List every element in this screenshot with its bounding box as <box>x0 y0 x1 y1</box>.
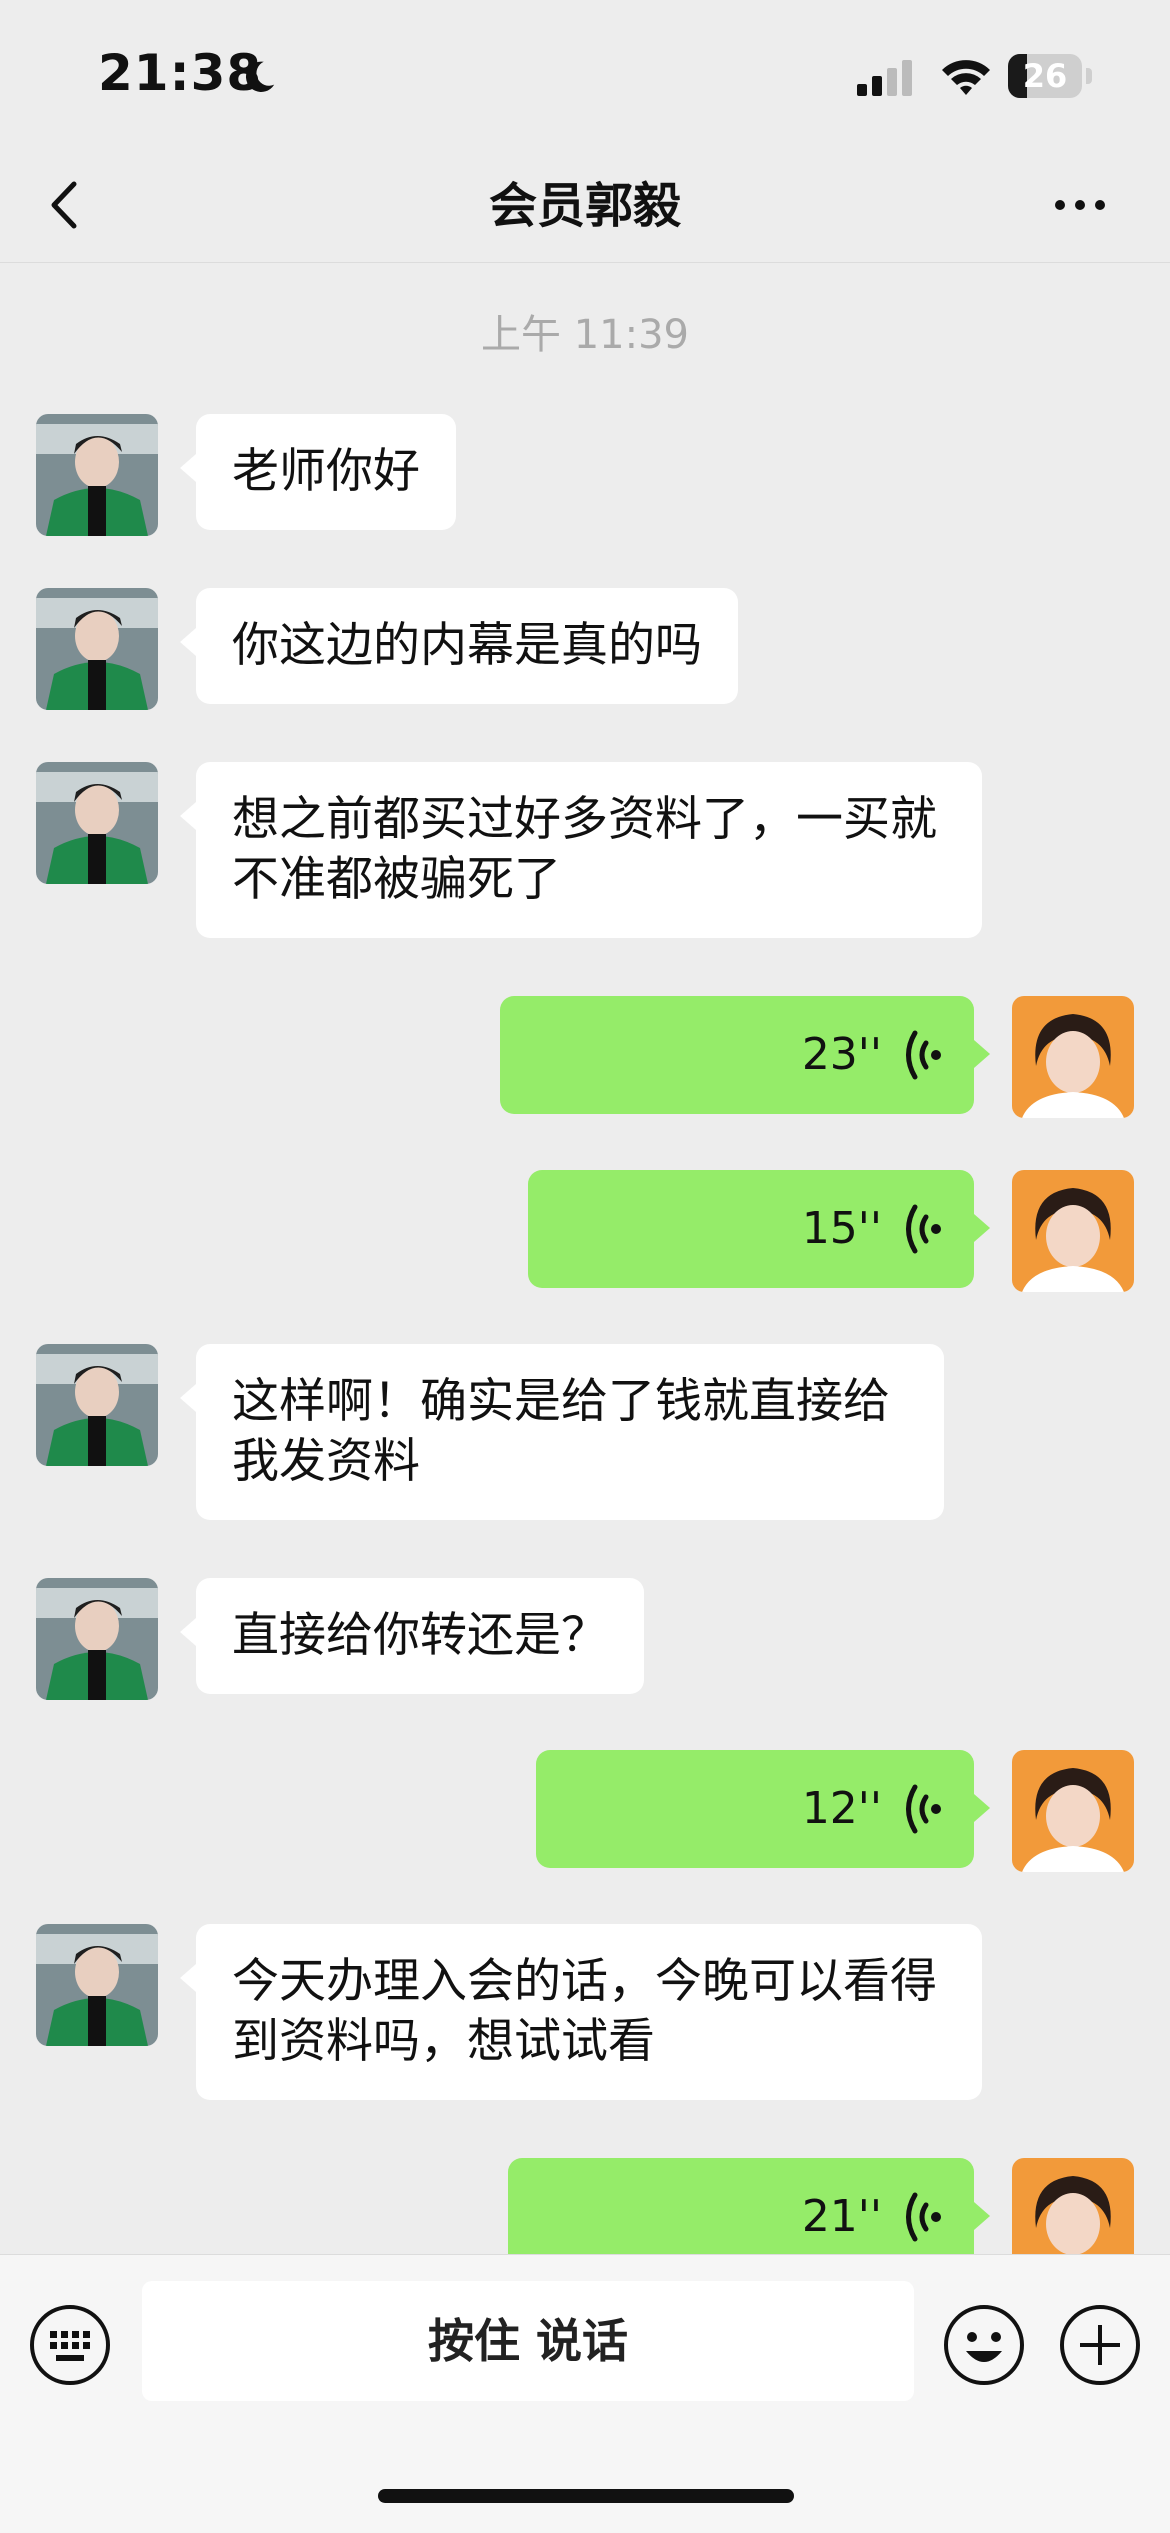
user-avatar[interactable] <box>1012 1170 1134 1292</box>
incoming-message[interactable]: 直接给你转还是？ <box>180 1578 644 1694</box>
outgoing-voice-message[interactable]: 15'' <box>528 1170 990 1288</box>
keyboard-icon[interactable] <box>28 2303 112 2387</box>
battery-icon: 26 <box>1008 54 1092 100</box>
user-avatar[interactable] <box>1012 2158 1134 2254</box>
message-timestamp: 上午 11:39 <box>481 312 689 358</box>
signal-icon <box>857 60 912 96</box>
message-text: 老师你好 <box>232 444 420 499</box>
voice-icon <box>906 1030 941 1080</box>
voice-icon <box>906 1784 941 1834</box>
voice-duration: 15'' <box>801 1203 882 1254</box>
contact-avatar[interactable] <box>36 1578 158 1700</box>
message-text: 直接给你转还是？ <box>232 1608 608 1663</box>
outgoing-voice-message[interactable]: 12'' <box>536 1750 990 1868</box>
incoming-message[interactable]: 老师你好 <box>180 414 456 530</box>
user-avatar[interactable] <box>1012 1750 1134 1872</box>
contact-avatar[interactable] <box>36 762 158 884</box>
message-text: 想之前都买过好多资料了，一买就不准都被骗死了 <box>232 792 937 907</box>
status-bar: 21:38 26 <box>0 0 1170 150</box>
wifi-icon <box>942 60 990 95</box>
message-text: 这样啊！确实是给了钱就直接给我发资料 <box>232 1374 890 1489</box>
message-text: 你这边的内幕是真的吗 <box>232 618 702 673</box>
plus-icon[interactable] <box>1058 2303 1142 2387</box>
home-indicator[interactable] <box>378 2489 794 2503</box>
message-text: 今天办理入会的话，今晚可以看得到资料吗，想试试看 <box>232 1954 937 2069</box>
contact-avatar[interactable] <box>36 588 158 710</box>
voice-duration: 21'' <box>801 2191 882 2242</box>
incoming-message[interactable]: 今天办理入会的话，今晚可以看得到资料吗，想试试看 <box>180 1924 982 2100</box>
voice-icon <box>906 2192 941 2242</box>
input-bar: 按住 说话 <box>0 2254 1170 2533</box>
incoming-message[interactable]: 这样啊！确实是给了钱就直接给我发资料 <box>180 1344 944 1520</box>
contact-avatar[interactable] <box>36 414 158 536</box>
voice-icon <box>906 1204 941 1254</box>
chat-title: 会员郭毅 <box>488 178 681 234</box>
battery-percent: 26 <box>1022 57 1068 95</box>
back-icon[interactable] <box>40 172 90 238</box>
outgoing-voice-message[interactable]: 23'' <box>500 996 990 1114</box>
incoming-message[interactable]: 想之前都买过好多资料了，一买就不准都被骗死了 <box>180 762 982 938</box>
voice-duration: 12'' <box>801 1783 882 1834</box>
contact-avatar[interactable] <box>36 1344 158 1466</box>
emoji-icon[interactable] <box>942 2303 1026 2387</box>
message-list[interactable]: 上午 11:39 老师你好 你这边的内幕是真的吗 想之前都买过好多资料了，一买就… <box>0 262 1170 2254</box>
incoming-message[interactable]: 你这边的内幕是真的吗 <box>180 588 738 704</box>
more-icon[interactable] <box>1050 190 1110 220</box>
hold-to-talk-button[interactable]: 按住 说话 <box>142 2281 914 2401</box>
outgoing-voice-message[interactable]: 21'' <box>508 2158 990 2254</box>
moon-icon <box>245 61 275 92</box>
user-avatar[interactable] <box>1012 996 1134 1118</box>
status-time: 21:38 <box>98 44 263 102</box>
voice-duration: 23'' <box>801 1029 882 1080</box>
contact-avatar[interactable] <box>36 1924 158 2046</box>
chat-header: 会员郭毅 <box>0 150 1170 263</box>
